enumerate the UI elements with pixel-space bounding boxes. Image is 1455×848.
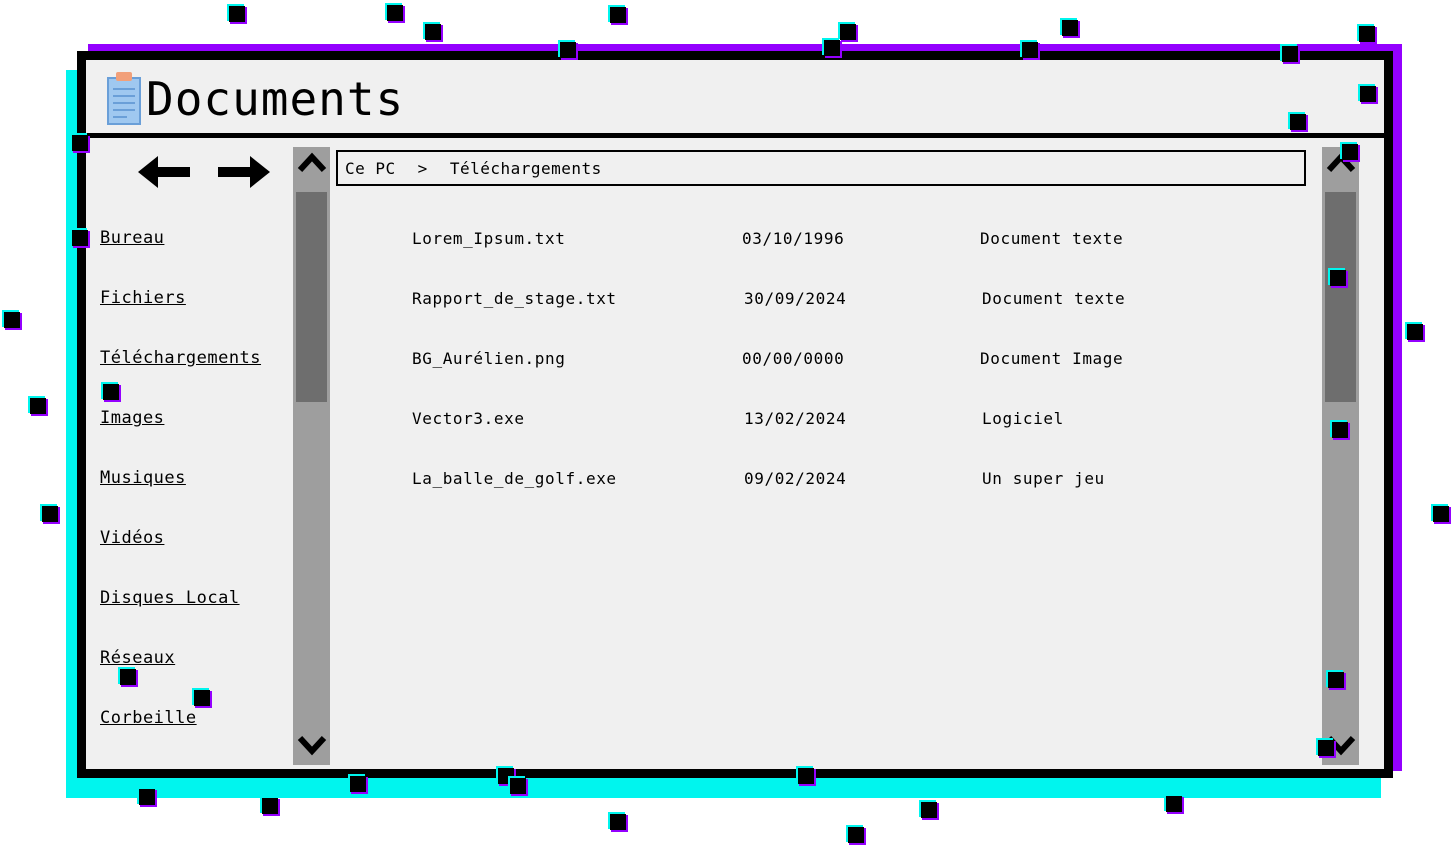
glitch-square <box>1326 670 1346 690</box>
title-bar: Documents <box>86 60 1384 138</box>
file-explorer-window: Documents Bureau Fichiers Téléchargement… <box>77 51 1393 778</box>
file-row[interactable]: Vector3.exe 13/02/2024 Logiciel <box>86 409 1286 433</box>
sidebar-item-disques-local[interactable]: Disques Local <box>100 588 240 608</box>
glitch-square <box>1328 268 1348 288</box>
glitch-square <box>1164 794 1184 814</box>
glitch-square <box>70 133 90 153</box>
glitch-square <box>1330 420 1350 440</box>
back-button[interactable] <box>136 152 194 192</box>
file-row[interactable]: BG_Aurélien.png 00/00/0000 Document Imag… <box>86 349 1286 373</box>
window-title: Documents <box>146 72 405 126</box>
scrollbar-thumb[interactable] <box>1325 192 1356 402</box>
glitch-square <box>28 396 48 416</box>
file-date: 09/02/2024 <box>744 469 847 488</box>
arrow-right-icon <box>214 156 272 196</box>
notepad-icon <box>104 70 144 126</box>
file-type: Logiciel <box>982 409 1064 428</box>
glitch-square <box>192 688 212 708</box>
glitch-square <box>1405 322 1425 342</box>
glitch-square <box>2 310 22 330</box>
glitch-square <box>260 796 280 816</box>
glitch-square <box>822 38 842 58</box>
glitch-square <box>348 774 368 794</box>
chevron-down-icon <box>297 735 327 761</box>
file-row[interactable]: Lorem_Ipsum.txt 03/10/1996 Document text… <box>86 229 1286 253</box>
breadcrumb[interactable]: Ce PC > Téléchargements <box>336 150 1306 186</box>
file-name: Vector3.exe <box>412 409 525 428</box>
chevron-up-icon <box>297 151 327 177</box>
breadcrumb-separator: > <box>417 158 428 178</box>
file-type: Document texte <box>982 289 1126 308</box>
file-name: BG_Aurélien.png <box>412 349 566 368</box>
glitch-square <box>608 5 628 25</box>
sidebar-item-corbeille[interactable]: Corbeille <box>100 708 197 728</box>
glitch-square <box>40 504 60 524</box>
glitch-square <box>558 40 578 60</box>
scroll-up-button[interactable] <box>296 149 327 179</box>
glitch-square <box>846 825 866 845</box>
file-date: 30/09/2024 <box>744 289 847 308</box>
file-name: Lorem_Ipsum.txt <box>412 229 566 248</box>
arrow-left-icon <box>136 156 194 196</box>
file-date: 13/02/2024 <box>744 409 847 428</box>
glitch-square <box>1340 142 1360 162</box>
glitch-square <box>1020 40 1040 60</box>
glitch-square <box>423 22 443 42</box>
glitch-square <box>118 667 138 687</box>
file-date: 00/00/0000 <box>742 349 845 368</box>
glitch-square <box>1357 24 1377 44</box>
glitch-square <box>1060 18 1080 38</box>
file-type: Document texte <box>980 229 1124 248</box>
sidebar-item-videos[interactable]: Vidéos <box>100 528 164 548</box>
file-date: 03/10/1996 <box>742 229 845 248</box>
scroll-down-button[interactable] <box>296 733 327 763</box>
file-type: Un super jeu <box>982 469 1105 488</box>
glitch-square <box>608 812 628 832</box>
glitch-square <box>508 776 528 796</box>
glitch-square <box>101 382 121 402</box>
glitch-square <box>1431 504 1451 524</box>
breadcrumb-root[interactable]: Ce PC <box>345 159 396 178</box>
file-name: Rapport_de_stage.txt <box>412 289 617 308</box>
glitch-square <box>1288 112 1308 132</box>
sidebar-item-reseaux[interactable]: Réseaux <box>100 648 175 668</box>
forward-button[interactable] <box>214 152 272 192</box>
glitch-square <box>1280 44 1300 64</box>
file-name: La_balle_de_golf.exe <box>412 469 617 488</box>
file-row[interactable]: La_balle_de_golf.exe 09/02/2024 Un super… <box>86 469 1286 493</box>
glitch-square <box>1316 738 1336 758</box>
glitch-square <box>1358 84 1378 104</box>
glitch-square <box>227 4 247 24</box>
glitch-square <box>70 228 90 248</box>
file-type: Document Image <box>980 349 1124 368</box>
breadcrumb-current[interactable]: Téléchargements <box>450 159 602 178</box>
glitch-square <box>919 800 939 820</box>
file-row[interactable]: Rapport_de_stage.txt 30/09/2024 Document… <box>86 289 1286 313</box>
glitch-square <box>385 3 405 23</box>
glitch-square <box>796 766 816 786</box>
glitch-square <box>137 787 157 807</box>
page: Documents Bureau Fichiers Téléchargement… <box>0 0 1455 848</box>
